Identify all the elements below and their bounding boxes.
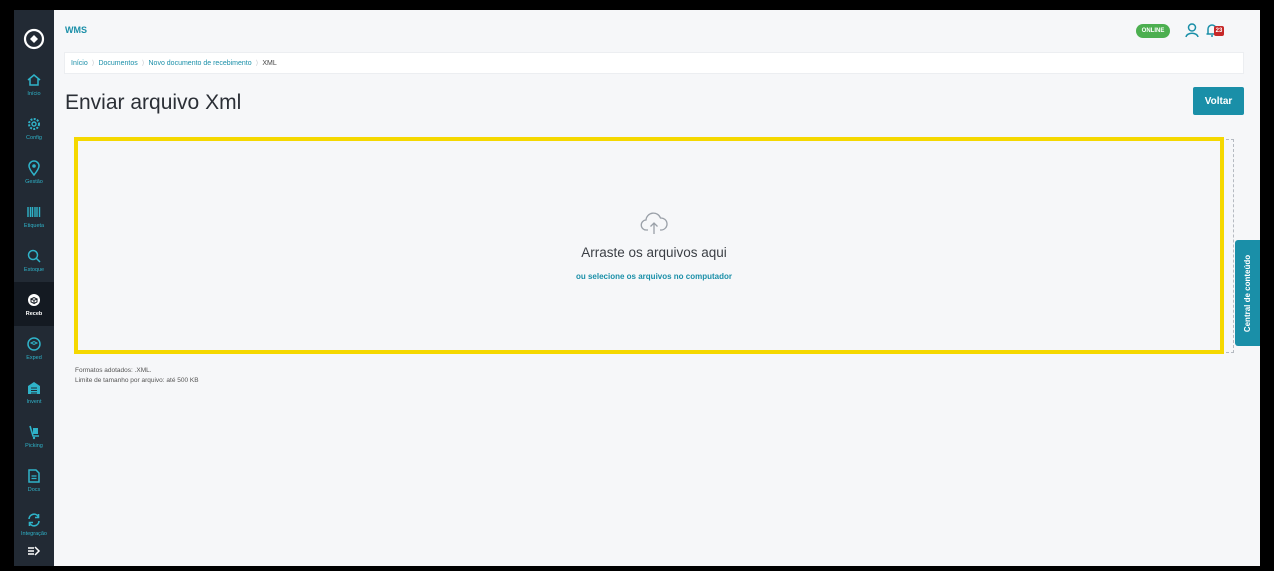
breadcrumb-separator: ⟩ bbox=[141, 60, 145, 67]
sidebar-item-estoque[interactable]: Estoque bbox=[14, 238, 54, 282]
box-outline-icon bbox=[27, 336, 41, 351]
content-center-label: Central de conteúdo bbox=[1243, 254, 1252, 332]
sidebar-item-label: Gestão bbox=[25, 178, 43, 185]
expand-arrow-icon bbox=[28, 546, 41, 556]
sidebar-item-config[interactable]: Config bbox=[14, 106, 54, 150]
online-status-badge: ONLINE bbox=[1136, 24, 1170, 38]
upload-info: Formatos adotados: .XML. Limite de taman… bbox=[75, 366, 199, 386]
breadcrumb-item-xml: XML bbox=[262, 59, 277, 67]
page-title: Enviar arquivo Xml bbox=[65, 91, 242, 114]
breadcrumb-separator: ⟩ bbox=[255, 60, 259, 67]
cloud-upload-icon bbox=[640, 212, 668, 234]
dropzone-title: Arraste os arquivos aqui bbox=[581, 245, 727, 260]
breadcrumb: Início ⟩ Documentos ⟩ Novo documento de … bbox=[64, 52, 1244, 74]
box-icon bbox=[28, 293, 40, 306]
location-pin-icon bbox=[28, 159, 40, 176]
barcode-icon bbox=[27, 206, 41, 217]
sidebar-item-inicio[interactable]: Início bbox=[14, 62, 54, 106]
warehouse-icon bbox=[28, 381, 40, 394]
sidebar-item-picking[interactable]: Picking bbox=[14, 414, 54, 458]
sidebar-item-label: Invent bbox=[26, 398, 42, 405]
sidebar-item-label: Início bbox=[27, 90, 41, 97]
expand-sidebar-button[interactable] bbox=[14, 536, 54, 566]
breadcrumb-item-novo-documento[interactable]: Novo documento de recebimento bbox=[149, 60, 252, 67]
breadcrumb-item-documentos[interactable]: Documentos bbox=[98, 60, 137, 67]
back-button[interactable]: Voltar bbox=[1193, 87, 1244, 115]
app-frame: Início Config Gestão Etiqueta Estoque Re… bbox=[14, 10, 1260, 566]
app-name: WMS bbox=[65, 25, 87, 35]
sidebar-item-label: Docs bbox=[27, 486, 41, 493]
sidebar-item-label: Receb bbox=[25, 310, 43, 317]
sidebar-item-label: Picking bbox=[25, 442, 43, 449]
sidebar-item-receb[interactable]: Receb bbox=[14, 282, 54, 326]
sidebar-item-etiqueta[interactable]: Etiqueta bbox=[14, 194, 54, 238]
sidebar-item-label: Exped bbox=[26, 354, 42, 361]
breadcrumb-separator: ⟩ bbox=[91, 60, 95, 67]
sidebar-item-label: Estoque bbox=[23, 266, 45, 273]
gear-icon bbox=[28, 117, 40, 130]
sidebar-item-label: Etiqueta bbox=[23, 222, 45, 229]
select-files-link[interactable]: ou selecione os arquivos no computador bbox=[504, 272, 804, 281]
sidebar-item-invent[interactable]: Invent bbox=[14, 370, 54, 414]
search-icon bbox=[27, 249, 41, 263]
notification-count-badge: 23 bbox=[1214, 26, 1224, 36]
sidebar: Início Config Gestão Etiqueta Estoque Re… bbox=[14, 10, 54, 566]
document-icon bbox=[28, 468, 40, 483]
sidebar-item-gestao[interactable]: Gestão bbox=[14, 150, 54, 194]
content-center-tab[interactable]: Central de conteúdo bbox=[1235, 240, 1260, 346]
sidebar-item-label: Config bbox=[26, 134, 42, 141]
sync-icon bbox=[28, 512, 40, 527]
sidebar-item-docs[interactable]: Docs bbox=[14, 458, 54, 502]
breadcrumb-item-inicio[interactable]: Início bbox=[71, 60, 88, 67]
user-icon[interactable] bbox=[1184, 22, 1200, 38]
accepted-formats-text: Formatos adotados: .XML. bbox=[75, 367, 152, 374]
logo-icon[interactable] bbox=[23, 28, 45, 50]
file-size-limit-text: Limite de tamanho por arquivo: até 500 K… bbox=[75, 377, 199, 384]
sidebar-item-exped[interactable]: Exped bbox=[14, 326, 54, 370]
hand-cart-icon bbox=[29, 425, 39, 439]
home-icon bbox=[27, 73, 41, 86]
